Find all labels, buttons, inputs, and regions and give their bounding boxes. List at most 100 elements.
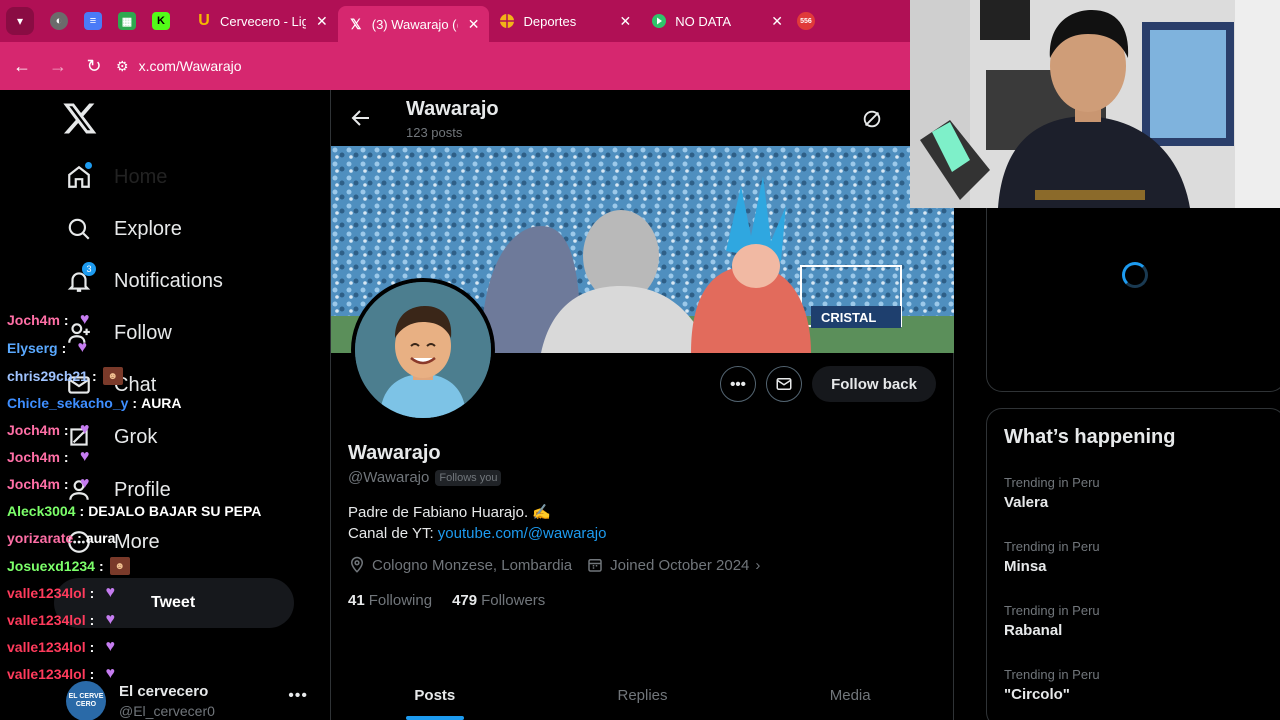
post-count: 123 posts bbox=[406, 125, 463, 140]
kick-icon[interactable]: K bbox=[152, 12, 170, 30]
grok-analyze-icon[interactable] bbox=[861, 108, 883, 130]
tab-cervecero[interactable]: U Cervecero - Lig ✕ bbox=[186, 4, 338, 38]
following-label: Following bbox=[368, 592, 433, 609]
profile-meta: Cologno Monzese, Lombardia Joined Octobe… bbox=[348, 556, 760, 574]
nav-label: Home bbox=[114, 165, 168, 188]
trend-item[interactable]: Trending in Peru Minsa bbox=[1004, 539, 1100, 575]
forward-button[interactable]: → bbox=[40, 48, 76, 84]
back-button[interactable]: ← bbox=[4, 48, 40, 84]
profile-header: Wawarajo 123 posts bbox=[331, 90, 954, 146]
trend-name: Minsa bbox=[1004, 558, 1047, 575]
trends-title: What’s happening bbox=[1004, 426, 1176, 448]
tab-deportes[interactable]: Deportes ✕ bbox=[489, 4, 641, 38]
account-switcher[interactable]: EL CERVE CERO El cervecero @El_cervecer0… bbox=[66, 681, 316, 720]
search-icon bbox=[64, 214, 94, 244]
tab-title: Deportes bbox=[523, 13, 577, 29]
trend-context: Trending in Peru bbox=[1004, 475, 1100, 490]
followers-link[interactable]: 479 Followers bbox=[452, 592, 545, 609]
followers-count: 479 bbox=[452, 592, 478, 609]
loading-spinner-icon bbox=[1122, 262, 1148, 288]
nav-home[interactable]: Home bbox=[64, 162, 167, 192]
nav-label: Profile bbox=[114, 478, 171, 501]
person-icon bbox=[64, 475, 94, 505]
bio-line: Canal de YT: youtube.com/@wawarajo bbox=[348, 523, 606, 544]
message-button[interactable] bbox=[766, 366, 802, 402]
trends-panel: What’s happening Trending in Peru Valera… bbox=[986, 408, 1280, 720]
follow-back-button[interactable]: Follow back bbox=[812, 366, 936, 402]
nav-profile[interactable]: Profile bbox=[64, 475, 171, 505]
left-sidebar: Home Explore 3 Notifications Follow Chat… bbox=[0, 90, 331, 720]
site-settings-icon[interactable]: ⚙ bbox=[116, 58, 129, 75]
mail-icon bbox=[64, 370, 94, 400]
nav-explore[interactable]: Explore bbox=[64, 214, 182, 244]
nav-label: Follow bbox=[114, 321, 172, 344]
back-arrow-icon[interactable] bbox=[349, 106, 373, 130]
nav-label: Explore bbox=[114, 217, 182, 240]
nav-grok[interactable]: Grok bbox=[64, 422, 157, 452]
location-icon bbox=[350, 556, 364, 573]
tab-wawarajo[interactable]: 𝕏 (3) Wawarajo (@ ✕ bbox=[337, 6, 490, 42]
trend-item[interactable]: Trending in Peru "Circolo" bbox=[1004, 667, 1100, 703]
more-options-button[interactable]: ••• bbox=[720, 366, 756, 402]
tweet-button[interactable]: Tweet bbox=[54, 578, 294, 628]
docs-icon[interactable]: ≡ bbox=[84, 12, 102, 30]
trend-context: Trending in Peru bbox=[1004, 539, 1100, 554]
follow-stats: 41 Following 479 Followers bbox=[348, 592, 565, 609]
nav-follow[interactable]: Follow bbox=[64, 318, 172, 348]
chevron-right-icon[interactable]: › bbox=[755, 557, 760, 574]
bio-line: Padre de Fabiano Huarajo. ✍️ bbox=[348, 504, 551, 521]
banner-sponsor-text: CRISTAL bbox=[821, 310, 876, 325]
nav-more[interactable]: More bbox=[64, 527, 160, 557]
page-title: Wawarajo bbox=[406, 98, 499, 120]
close-icon[interactable]: ✕ bbox=[771, 13, 783, 30]
url-field[interactable]: ⚙ x.com/Wawarajo bbox=[116, 58, 242, 75]
profile-name: Wawarajo bbox=[348, 442, 441, 464]
profile-handle-row: @Wawarajo Follows you bbox=[348, 469, 502, 486]
trend-name: Valera bbox=[1004, 494, 1049, 511]
nav-notifications[interactable]: 3 Notifications bbox=[64, 262, 223, 296]
following-count: 41 bbox=[348, 592, 365, 609]
globe-icon[interactable]: ◐ bbox=[50, 12, 68, 30]
notification-badge: 3 bbox=[82, 262, 96, 276]
following-link[interactable]: 41 Following bbox=[348, 592, 432, 609]
tab-posts[interactable]: Posts bbox=[331, 670, 539, 720]
nav-label: Grok bbox=[114, 425, 158, 448]
x-icon: 𝕏 bbox=[350, 15, 362, 32]
profile-bio: Padre de Fabiano Huarajo. ✍️ Canal de YT… bbox=[348, 502, 606, 544]
calendar-icon bbox=[588, 559, 602, 572]
tab-search-button[interactable]: ▾ bbox=[6, 7, 34, 35]
nav-label: More bbox=[114, 530, 160, 553]
more-icon[interactable]: ••• bbox=[288, 687, 308, 705]
u-icon: U bbox=[198, 12, 210, 29]
home-icon bbox=[64, 162, 94, 192]
nav-chat[interactable]: Chat bbox=[64, 370, 156, 400]
screen: ▾ ◐ ≡ ▦ K U Cervecero - Lig ✕ 𝕏 (3) Wawa… bbox=[0, 0, 1280, 720]
profile-tabs: Posts Replies Media bbox=[331, 670, 954, 720]
sheets-icon[interactable]: ▦ bbox=[118, 12, 136, 30]
notification-count-icon[interactable]: 556 bbox=[796, 12, 815, 30]
tab-media[interactable]: Media bbox=[746, 670, 954, 720]
tab-no-data[interactable]: NO DATA ✕ bbox=[641, 4, 793, 38]
deportes-icon bbox=[499, 13, 515, 29]
tab-replies[interactable]: Replies bbox=[539, 670, 747, 720]
close-icon[interactable]: ✕ bbox=[316, 13, 328, 30]
trend-item[interactable]: Trending in Peru Valera bbox=[1004, 475, 1100, 511]
x-logo-icon[interactable] bbox=[62, 100, 98, 136]
more-circle-icon bbox=[64, 527, 94, 557]
trend-item[interactable]: Trending in Peru Rabanal bbox=[1004, 603, 1100, 639]
play-icon bbox=[651, 13, 667, 29]
follows-you-badge: Follows you bbox=[435, 469, 502, 486]
profile-avatar[interactable] bbox=[351, 278, 495, 422]
reload-button[interactable]: ↻ bbox=[76, 48, 112, 84]
grok-icon bbox=[64, 422, 94, 452]
close-icon[interactable]: ✕ bbox=[619, 13, 631, 30]
loading-panel bbox=[986, 198, 1280, 392]
mail-icon bbox=[776, 378, 792, 390]
youtube-link[interactable]: youtube.com/@wawarajo bbox=[438, 525, 607, 542]
bio-prefix: Canal de YT: bbox=[348, 525, 438, 542]
url-text: x.com/Wawarajo bbox=[138, 58, 242, 74]
account-handle: @El_cervecer0 bbox=[119, 703, 215, 719]
profile-column: Wawarajo 123 posts CRISTAL ••• Follow ba… bbox=[331, 90, 954, 720]
close-icon[interactable]: ✕ bbox=[468, 16, 480, 33]
trend-name: Rabanal bbox=[1004, 622, 1063, 639]
